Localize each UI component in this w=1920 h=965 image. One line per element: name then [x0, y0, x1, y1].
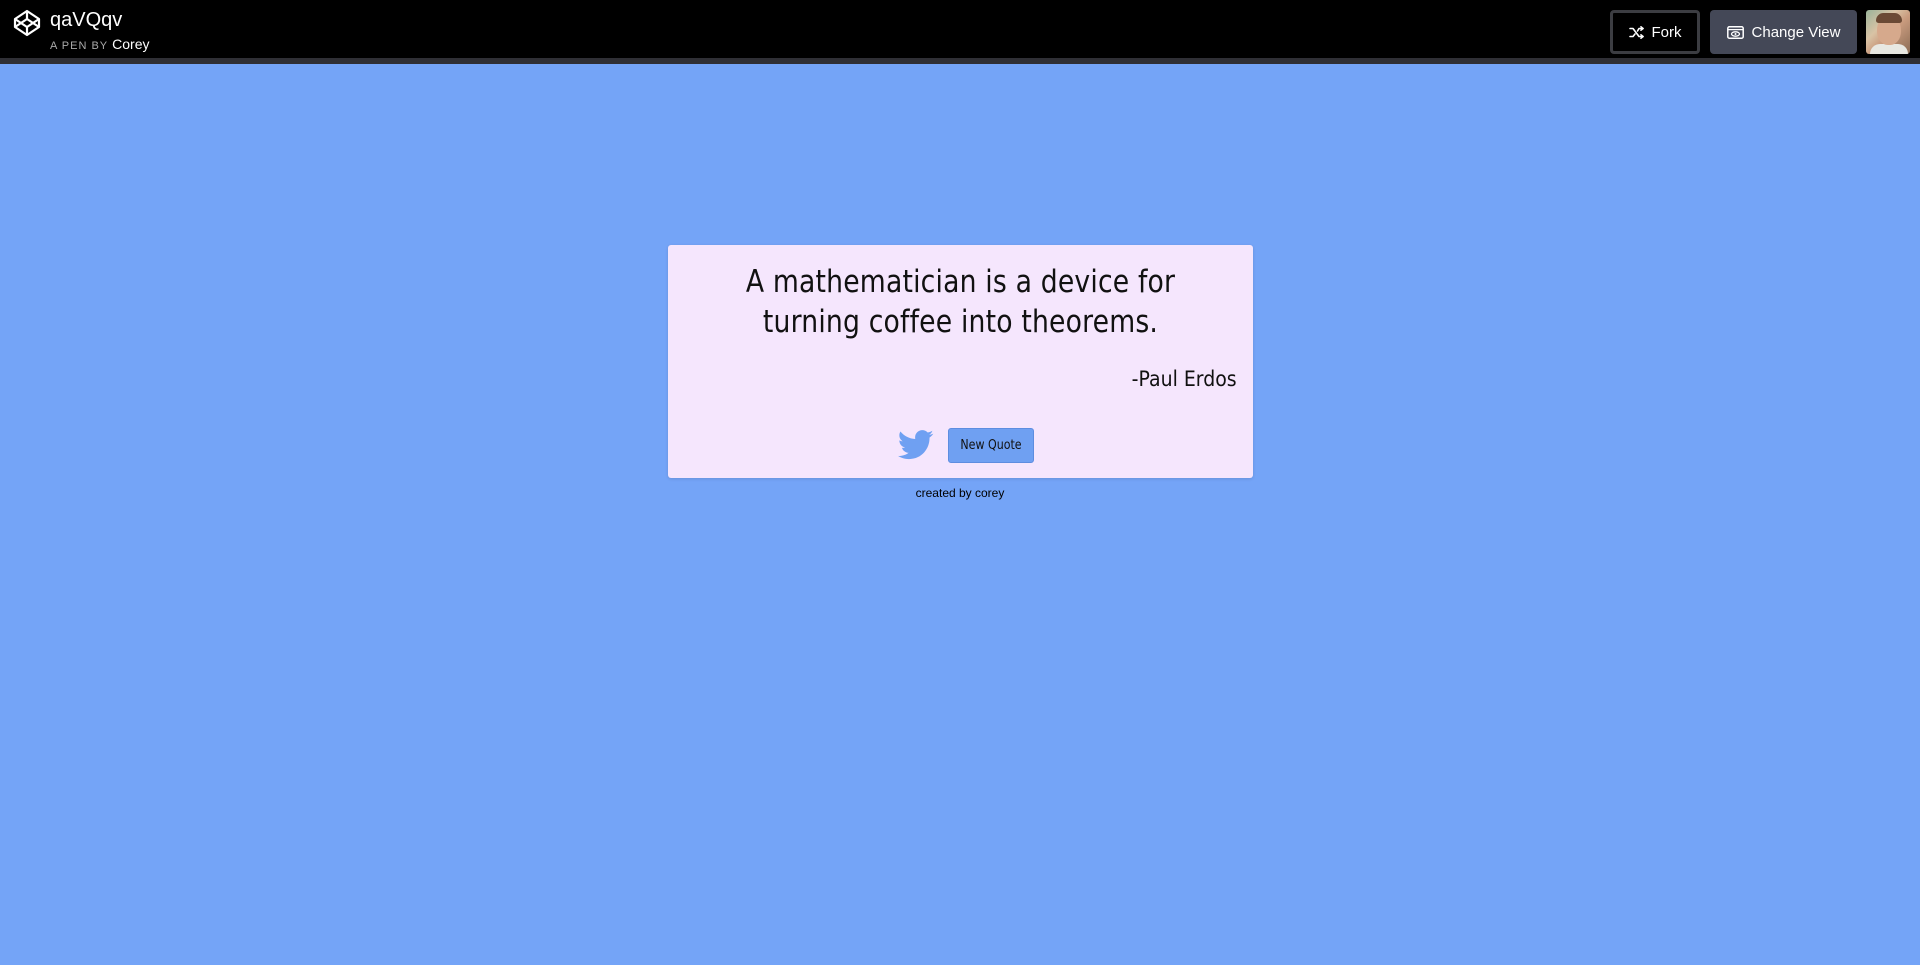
quote-author: -Paul Erdos — [1132, 367, 1237, 391]
fork-button[interactable]: Fork — [1610, 10, 1700, 54]
user-avatar[interactable] — [1866, 10, 1910, 54]
pen-by-label: A PEN BY — [50, 40, 109, 52]
avatar-hair-shape — [1876, 13, 1902, 23]
new-quote-label: New Quote — [960, 438, 1022, 453]
codepen-logo-icon[interactable] — [13, 9, 41, 37]
pen-title[interactable]: qaVQqv — [50, 8, 122, 32]
codepen-header: qaVQqv A PEN BY Corey Fork Change View — [0, 0, 1920, 64]
fork-label: Fork — [1651, 23, 1682, 41]
pen-author-link[interactable]: Corey — [112, 36, 149, 52]
avatar-shirt-shape — [1870, 44, 1908, 54]
fork-icon — [1628, 25, 1644, 39]
change-view-label: Change View — [1751, 23, 1841, 41]
credit-text: created by corey — [915, 486, 1005, 500]
change-view-button[interactable]: Change View — [1710, 10, 1857, 54]
new-quote-button[interactable]: New Quote — [948, 428, 1034, 463]
quote-text: A mathematician is a device for turning … — [745, 264, 1176, 340]
eye-window-icon — [1726, 25, 1744, 39]
quote-card: A mathematician is a device for turning … — [668, 245, 1253, 478]
twitter-icon[interactable] — [898, 430, 934, 460]
pen-author-line: A PEN BY Corey — [50, 36, 150, 54]
